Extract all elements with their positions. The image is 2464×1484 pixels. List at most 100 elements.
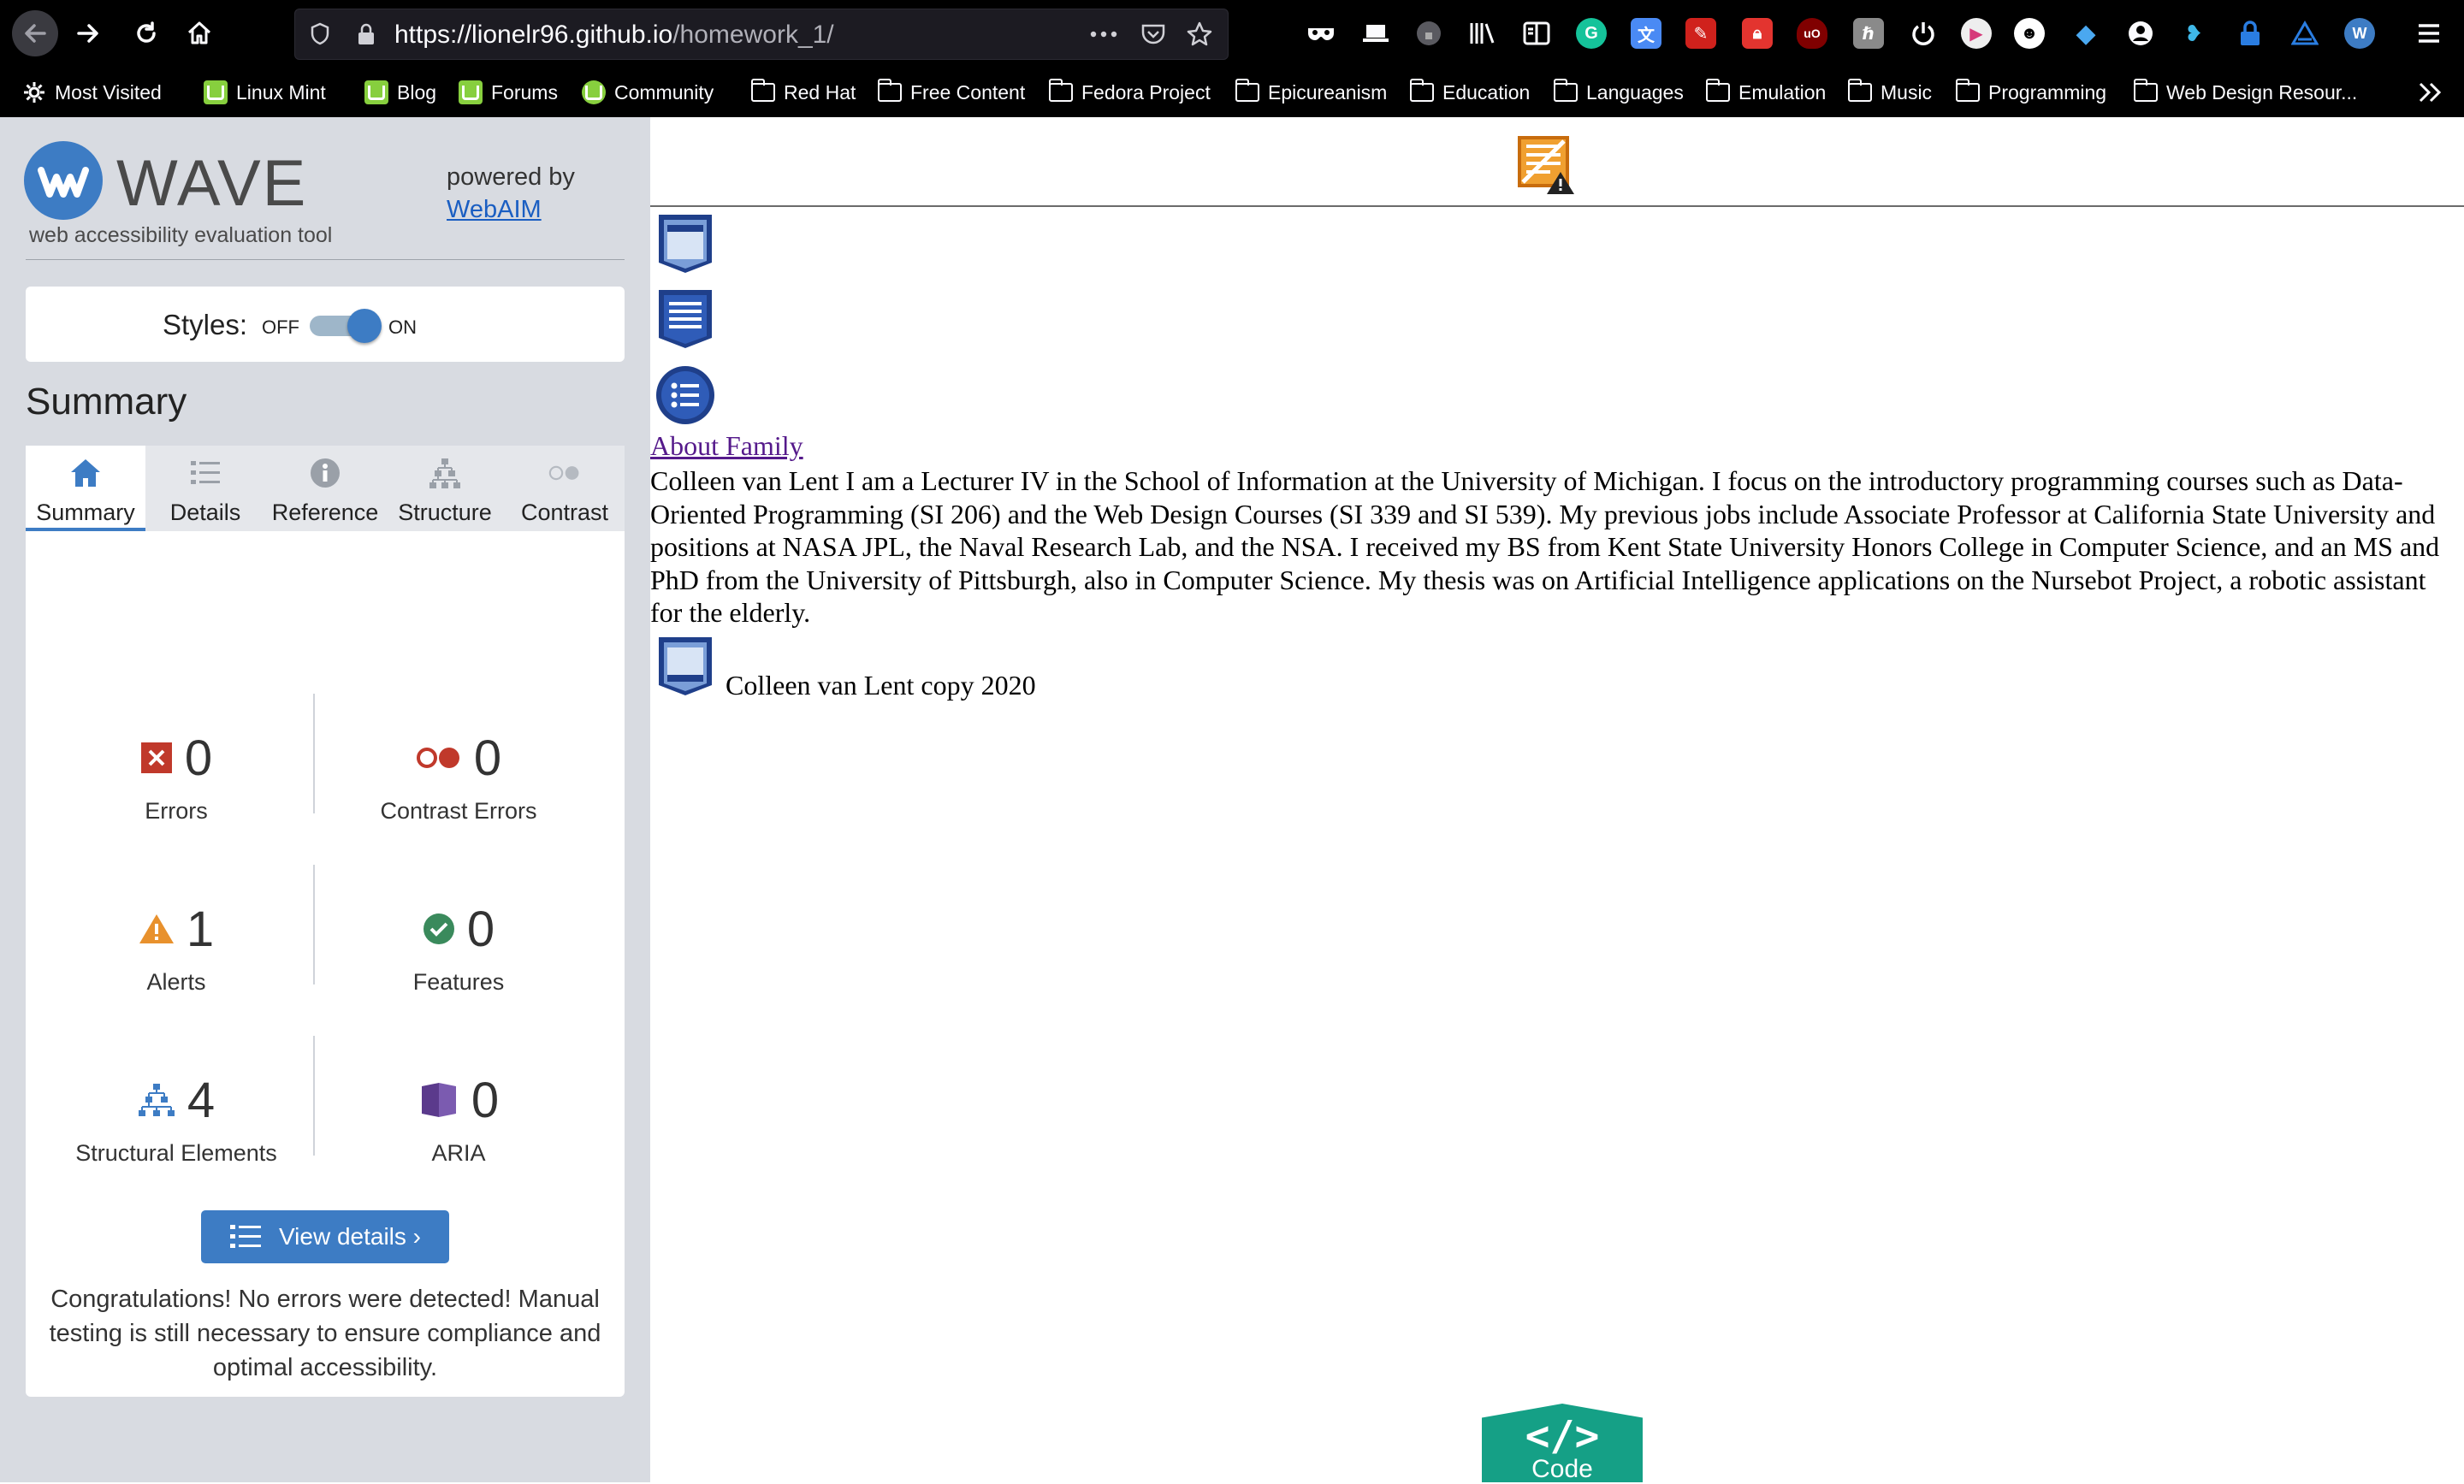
bookmark-music[interactable]: Music <box>1847 68 1932 117</box>
bookmark-label: Education <box>1442 80 1531 103</box>
url-bar[interactable]: https://lionelr96.github.io/homework_1/ <box>294 9 1229 60</box>
mask-icon[interactable] <box>1306 18 1336 49</box>
bookmark-community[interactable]: Community <box>582 68 714 117</box>
alert-overlay-icon[interactable] <box>1516 134 1576 196</box>
wave-title: WAVE <box>116 147 308 220</box>
structural-label: Structural Elements <box>75 1140 277 1166</box>
wave-tagline: web accessibility evaluation tool <box>29 223 333 247</box>
toggle-knob <box>347 309 382 343</box>
tab-contrast[interactable]: Contrast <box>505 446 625 531</box>
styles-card: Styles: OFF ON <box>26 287 625 362</box>
bookmark-free-content[interactable]: Free Content <box>877 68 1025 117</box>
hamburger-menu-icon[interactable] <box>2406 10 2452 56</box>
stat-errors[interactable]: 0 Errors <box>39 728 313 856</box>
triangle-icon[interactable] <box>2289 18 2320 49</box>
power-icon[interactable] <box>1908 18 1939 49</box>
browser-toolbar: https://lionelr96.github.io/homework_1/ … <box>0 0 2464 68</box>
styles-on-label: ON <box>388 316 417 338</box>
bookmark-programming[interactable]: Programming <box>1955 68 2106 117</box>
header-region-icon[interactable] <box>655 213 715 275</box>
reload-button[interactable] <box>123 10 169 56</box>
bookmark-forums[interactable]: Forums <box>459 68 558 117</box>
tab-label: Summary <box>36 500 135 525</box>
back-button[interactable] <box>12 10 58 56</box>
list-icon <box>229 1223 262 1250</box>
tab-label: Structure <box>398 500 492 525</box>
tab-structure[interactable]: Structure <box>385 446 505 531</box>
about-family-link[interactable]: About Family <box>650 430 803 462</box>
tab-details[interactable]: Details <box>145 446 265 531</box>
forward-button[interactable] <box>65 10 111 56</box>
alerts-count: 1 <box>186 901 215 957</box>
grammarly-icon[interactable]: G <box>1576 18 1607 49</box>
lock-circle-icon[interactable] <box>1413 18 1444 49</box>
aria-icon <box>421 1083 456 1117</box>
mint-icon <box>364 80 388 104</box>
bookmark-label: Red Hat <box>784 80 856 103</box>
bookmark-languages[interactable]: Languages <box>1553 68 1684 117</box>
folder-icon <box>750 79 775 103</box>
bird-icon[interactable]: ❥ <box>2178 18 2209 49</box>
footer-region-icon[interactable] <box>655 636 715 697</box>
stat-aria[interactable]: 0 ARIA <box>322 1070 595 1198</box>
library-icon[interactable] <box>1466 18 1497 49</box>
wand-icon[interactable]: ✎ <box>1685 18 1716 49</box>
view-details-button[interactable]: View details › <box>201 1210 449 1263</box>
bookmark-red-hat[interactable]: Red Hat <box>750 68 856 117</box>
contrast-errors-label: Contrast Errors <box>380 798 537 824</box>
list-icon <box>188 456 222 490</box>
stat-contrast-errors[interactable]: 0 Contrast Errors <box>322 728 595 856</box>
bookmark-label: Linux Mint <box>236 80 326 103</box>
shield-icon[interactable] <box>305 20 335 49</box>
translate-icon[interactable]: 文 <box>1631 18 1661 49</box>
bookmark-education[interactable]: Education <box>1409 68 1531 117</box>
errors-count: 0 <box>184 730 213 786</box>
folder-icon <box>1955 79 1980 103</box>
bookmark-web-design-resources[interactable]: Web Design Resour... <box>2133 68 2357 117</box>
folder-icon <box>1409 79 1434 103</box>
bookmark-star-icon[interactable] <box>1185 20 1214 49</box>
alert-icon <box>139 914 174 943</box>
face-icon[interactable]: ☻ <box>2014 18 2045 49</box>
wave-extension-icon[interactable]: W <box>2344 18 2375 49</box>
hierarchy-icon <box>428 456 462 490</box>
font-icon[interactable]: ℏ <box>1853 18 1884 49</box>
navigation-list-icon[interactable] <box>655 365 715 427</box>
ublock-icon[interactable]: uO <box>1797 18 1827 49</box>
tab-reference[interactable]: Reference <box>265 446 385 531</box>
lock-icon[interactable] <box>352 20 381 49</box>
tab-summary[interactable]: Summary <box>26 446 145 531</box>
bookmarks-overflow-button[interactable] <box>2418 68 2443 117</box>
more-actions-icon[interactable] <box>1089 20 1118 49</box>
stat-alerts[interactable]: 1 Alerts <box>39 899 313 1027</box>
styles-toggle[interactable] <box>310 309 382 343</box>
user-icon[interactable] <box>2125 18 2156 49</box>
url-text[interactable]: https://lionelr96.github.io/homework_1/ <box>394 21 834 50</box>
bookmark-most-visited[interactable]: Most Visited <box>22 68 162 117</box>
bookmark-epicureanism[interactable]: Epicureanism <box>1235 68 1387 117</box>
summary-heading: Summary <box>26 381 187 423</box>
padlock-icon[interactable] <box>2235 18 2266 49</box>
code-button[interactable]: </> Code <box>1482 1404 1643 1482</box>
bookmark-emulation[interactable]: Emulation <box>1705 68 1826 117</box>
pocket-icon[interactable] <box>1139 20 1168 49</box>
stat-structural-elements[interactable]: 4 Structural Elements <box>39 1070 313 1198</box>
webaim-link[interactable]: WebAIM <box>447 196 542 224</box>
congratulations-message: Congratulations! No errors were detected… <box>49 1286 601 1381</box>
home-button[interactable] <box>176 10 222 56</box>
bookmark-fedora-project[interactable]: Fedora Project <box>1048 68 1211 117</box>
wave-sidebar: WAVE web accessibility evaluation tool p… <box>0 117 650 1482</box>
reader-icon[interactable] <box>1521 18 1552 49</box>
play-icon[interactable]: ▶ <box>1961 18 1992 49</box>
error-icon <box>140 742 172 773</box>
stat-features[interactable]: 0 Features <box>322 899 595 1027</box>
url-host: https://lionelr96.github.io <box>394 21 673 49</box>
diamond-icon[interactable]: ◆ <box>2070 18 2101 49</box>
laptop-icon[interactable] <box>1360 18 1391 49</box>
gear-icon <box>22 82 46 103</box>
lock-icon-ext[interactable]: 🔒︎ <box>1742 18 1773 49</box>
main-region-icon[interactable] <box>655 288 715 350</box>
contrast-error-icon <box>416 748 459 768</box>
bookmark-blog[interactable]: Blog <box>364 68 436 117</box>
bookmark-linux-mint[interactable]: Linux Mint <box>204 68 326 117</box>
